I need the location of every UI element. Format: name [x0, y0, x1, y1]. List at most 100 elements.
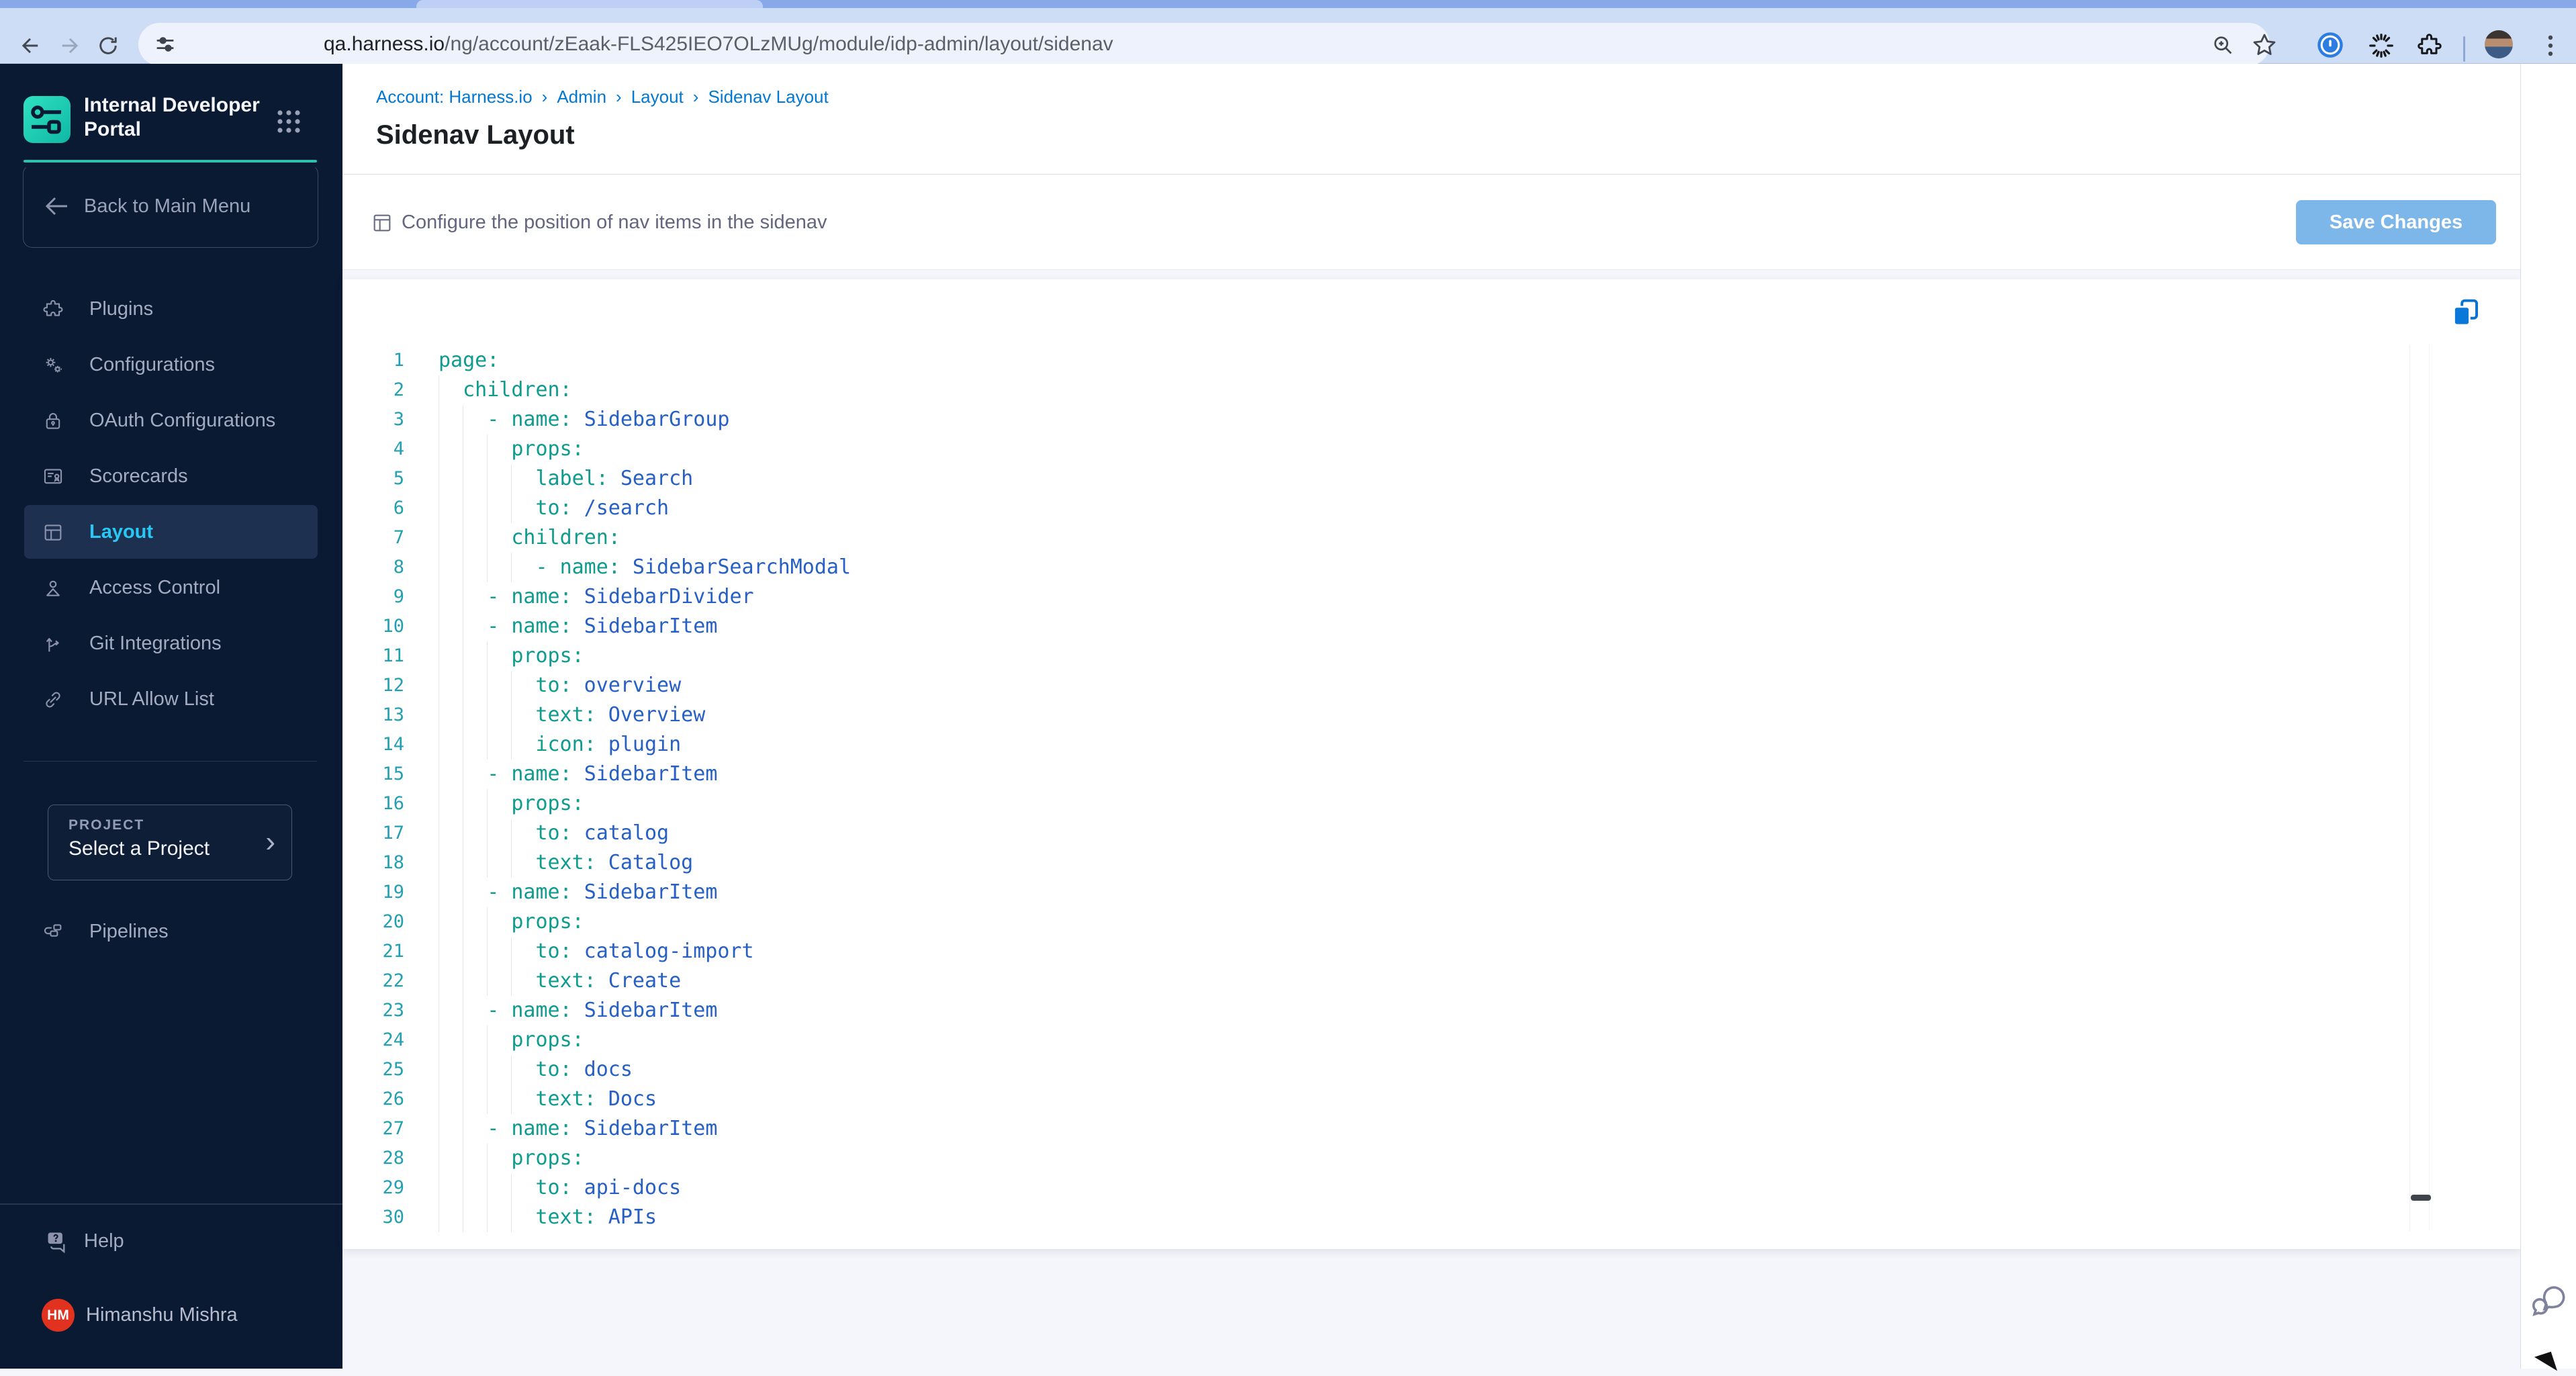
- sidebar-item-configurations[interactable]: Configurations: [0, 338, 342, 392]
- line-number: 1: [393, 350, 404, 371]
- forward-icon[interactable]: [58, 34, 82, 58]
- editor-line: 6 to: /search: [342, 494, 2409, 523]
- line-number: 16: [382, 793, 404, 814]
- line-number: 20: [382, 911, 404, 932]
- editor-line: 21 to: catalog-import: [342, 937, 2409, 966]
- sidebar-item-git-integrations[interactable]: Git Integrations: [0, 616, 342, 670]
- sidebar-item-plugins[interactable]: Plugins: [0, 282, 342, 336]
- bookmark-star-icon[interactable]: [2251, 32, 2278, 58]
- help-button[interactable]: Help: [0, 1214, 342, 1268]
- sidebar-item-label: OAuth Configurations: [89, 410, 276, 431]
- editor-line: 29 to: api-docs: [342, 1173, 2409, 1203]
- save-changes-button[interactable]: Save Changes: [2296, 200, 2496, 244]
- url-bar[interactable]: qa.harness.io/ng/account/zEaak-FLS425IEO…: [138, 23, 2270, 66]
- project-selector[interactable]: PROJECT Select a Project ›: [48, 805, 292, 880]
- line-number: 29: [382, 1177, 404, 1198]
- url-text[interactable]: qa.harness.io/ng/account/zEaak-FLS425IEO…: [324, 23, 1113, 66]
- action-bar: Configure the position of nav items in t…: [342, 175, 2520, 270]
- sidebar-item-scorecards[interactable]: Scorecards: [0, 449, 342, 503]
- breadcrumb-item[interactable]: Account: Harness.io: [376, 87, 533, 107]
- line-number: 18: [382, 852, 404, 873]
- sidebar-item-url-allow-list[interactable]: URL Allow List: [0, 672, 342, 726]
- line-number: 17: [382, 823, 404, 843]
- editor-line: 26 text: Docs: [342, 1085, 2409, 1114]
- line-content: to: overview: [439, 671, 681, 700]
- line-number: 14: [382, 734, 404, 755]
- line-content: text: Overview: [439, 700, 705, 730]
- editor-scrollbar-track: [2409, 345, 2430, 1231]
- line-number: 5: [393, 468, 404, 489]
- extensions-puzzle-icon[interactable]: [2416, 32, 2443, 59]
- breadcrumb-item[interactable]: Sidenav Layout: [708, 87, 828, 107]
- page-title: Sidenav Layout: [376, 120, 575, 150]
- line-content: - name: SidebarDivider: [439, 582, 754, 612]
- line-content: text: APIs: [439, 1203, 657, 1232]
- line-number: 24: [382, 1029, 404, 1050]
- editor-line: 30 text: APIs: [342, 1203, 2409, 1232]
- browser-toolbar: qa.harness.io/ng/account/zEaak-FLS425IEO…: [0, 8, 2576, 66]
- reload-icon[interactable]: [96, 34, 120, 58]
- sidebar: Internal Developer Portal Back to Main Me…: [0, 64, 342, 1369]
- sidebar-item-access-control[interactable]: Access Control: [0, 561, 342, 614]
- site-settings-icon[interactable]: [153, 32, 177, 56]
- help-label: Help: [84, 1230, 124, 1252]
- active-tab[interactable]: [416, 0, 763, 8]
- line-content: props:: [439, 641, 584, 671]
- line-content: props:: [439, 434, 584, 464]
- onepassword-extension-icon[interactable]: [2317, 32, 2344, 58]
- line-number: 22: [382, 970, 404, 991]
- idp-logo-icon[interactable]: [24, 96, 71, 143]
- line-content: - name: SidebarGroup: [439, 405, 729, 434]
- browser-menu-icon[interactable]: [2542, 32, 2559, 59]
- line-number: 10: [382, 616, 404, 637]
- line-content: text: Catalog: [439, 848, 693, 878]
- line-content: children:: [439, 375, 572, 405]
- sidebar-item-label: Access Control: [89, 577, 221, 598]
- editor-line: 23 - name: SidebarItem: [342, 996, 2409, 1025]
- nav-item-highlight: [24, 282, 318, 336]
- scorecard-icon: [42, 465, 64, 488]
- chat-widget-icon[interactable]: [2530, 1281, 2569, 1320]
- yaml-editor-card: 1 page: 2 children: 3 - name: SidebarGroup 4 pr…: [342, 279, 2520, 1249]
- line-number: 2: [393, 379, 404, 400]
- editor-line: 20 props:: [342, 907, 2409, 937]
- breadcrumb-item[interactable]: Admin: [557, 87, 606, 107]
- arrow-left-icon: [44, 195, 69, 218]
- app-window: Internal Developer Portal Back to Main Me…: [0, 64, 2576, 1369]
- sidebar-item-oauth-configurations[interactable]: OAuth Configurations: [0, 394, 342, 447]
- copy-icon[interactable]: [2449, 296, 2483, 330]
- sidebar-item-label: Git Integrations: [89, 633, 222, 654]
- fork-icon: [42, 633, 64, 655]
- line-content: - name: SidebarItem: [439, 996, 717, 1025]
- browser-profile-avatar[interactable]: [2485, 30, 2513, 58]
- line-number: 12: [382, 675, 404, 696]
- sidebar-divider: [0, 1203, 342, 1205]
- line-content: - name: SidebarItem: [439, 760, 717, 789]
- line-content: props:: [439, 1144, 584, 1173]
- plugin-icon: [42, 298, 64, 321]
- sidebar-item-label: Plugins: [89, 298, 154, 320]
- editor-scrollbar-thumb[interactable]: [2411, 1195, 2431, 1201]
- user-menu[interactable]: HM Himanshu Mishra: [0, 1288, 342, 1342]
- breadcrumb-separator-icon: ›: [541, 87, 548, 107]
- line-content: to: api-docs: [439, 1173, 681, 1203]
- line-number: 23: [382, 1000, 404, 1021]
- lock-icon: [42, 410, 64, 432]
- line-content: props:: [439, 789, 584, 819]
- sidebar-item-pipelines[interactable]: Pipelines: [0, 905, 342, 958]
- back-icon[interactable]: [18, 34, 42, 58]
- person-icon: [42, 577, 64, 600]
- help-chat-icon: [44, 1229, 70, 1254]
- editor-line: 9 - name: SidebarDivider: [342, 582, 2409, 612]
- line-content: text: Create: [439, 966, 681, 996]
- line-content: to: catalog-import: [439, 937, 754, 966]
- spinner-extension-icon[interactable]: [2368, 32, 2395, 59]
- breadcrumb-item[interactable]: Layout: [631, 87, 684, 107]
- back-to-main-menu[interactable]: Back to Main Menu: [23, 165, 318, 248]
- nav-item-highlight: [24, 505, 318, 559]
- sidebar-item-layout[interactable]: Layout: [0, 505, 342, 559]
- app-switcher-icon[interactable]: [275, 108, 302, 135]
- editor-line: 19 - name: SidebarItem: [342, 878, 2409, 907]
- yaml-editor[interactable]: 1 page: 2 children: 3 - name: SidebarGroup 4 pr…: [342, 346, 2409, 1232]
- zoom-icon[interactable]: [2211, 33, 2235, 57]
